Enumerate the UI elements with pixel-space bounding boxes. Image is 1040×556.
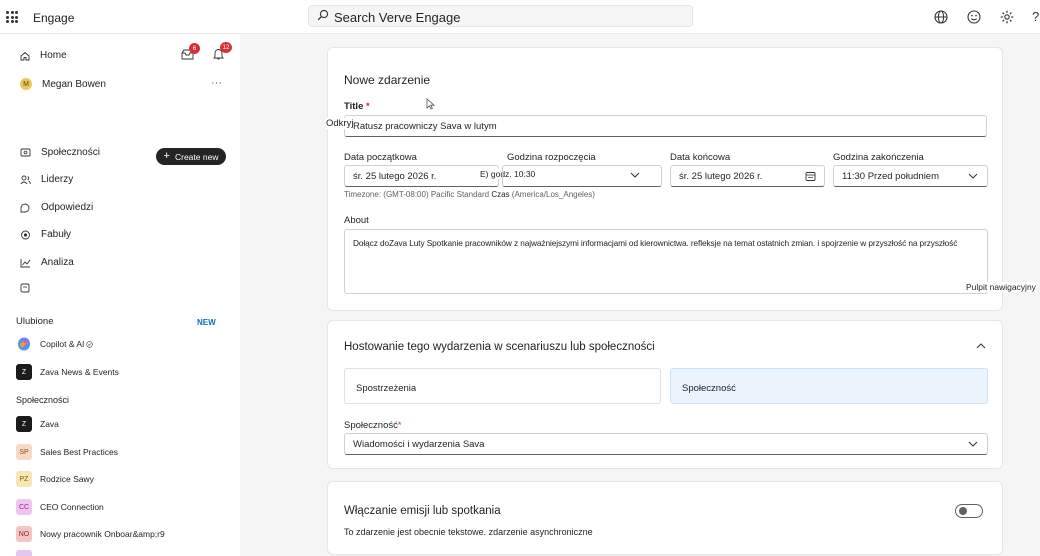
- sidebar-item-home[interactable]: Home: [20, 50, 67, 61]
- sidebar-item-communities[interactable]: Społeczności: [20, 147, 100, 158]
- sidebar-item-stories[interactable]: Fabuły: [20, 229, 71, 240]
- title-input[interactable]: Ratusz pracowniczy Sava w lutym: [344, 115, 987, 137]
- hosting-card: Hostowanie tego wydarzenia w scenariuszu…: [327, 320, 1003, 469]
- community-item[interactable]: SP Sales Best Practices: [16, 444, 118, 460]
- community-item[interactable]: Z Zava: [16, 416, 59, 432]
- community-logo-partial: [16, 550, 32, 556]
- notifications-badge: 12: [220, 42, 232, 53]
- favorite-item[interactable]: Z Zava News & Events: [16, 364, 119, 380]
- app-launcher-icon[interactable]: [6, 11, 18, 23]
- sidebar-item-label: Home: [40, 50, 67, 61]
- start-time-dropdown[interactable]: E) godz. 10:30: [480, 165, 662, 187]
- title-label: Title *: [344, 101, 370, 112]
- storyline-icon: [20, 283, 30, 293]
- chevron-down-icon: [968, 173, 978, 179]
- sidebar-item-answers[interactable]: Odpowiedzi: [20, 202, 93, 213]
- end-date-label: Data końcowa: [670, 152, 731, 163]
- timezone-note: Timezone: (GMT-08:00) Pacific Standard C…: [344, 190, 595, 199]
- host-option-community[interactable]: Społeczność: [670, 368, 988, 404]
- community-logo: Z: [16, 416, 32, 432]
- broadcast-description: To zdarzenie jest obecnie tekstowe. zdar…: [344, 527, 593, 537]
- community-item[interactable]: NO Nowy pracownik Onboar&amp;r9: [16, 526, 165, 542]
- community-logo: CC: [16, 499, 32, 515]
- verified-icon: [86, 340, 94, 348]
- people-icon: [20, 175, 31, 184]
- top-bar: Engage Search Verve Engage ?: [0, 0, 1040, 34]
- favorites-heading: Ulubione: [16, 316, 54, 327]
- plus-icon: +: [163, 150, 170, 162]
- calendar-icon[interactable]: [805, 171, 816, 182]
- chevron-up-icon[interactable]: [976, 343, 986, 349]
- broadcast-toggle[interactable]: [955, 504, 983, 518]
- sidebar-item-new-feature[interactable]: [20, 283, 31, 293]
- community-item[interactable]: CC CEO Connection: [16, 499, 104, 515]
- favorite-item[interactable]: Copilot & AI: [16, 336, 94, 352]
- page-title: Nowe zdarzenie: [344, 73, 431, 87]
- new-badge: NEW: [197, 318, 216, 327]
- overlay-label: Odkryj: [326, 118, 354, 129]
- start-time-label: Godzina rozpoczęcia: [507, 152, 596, 163]
- broadcast-card: Włączanie emisji lub spotkania To zdarze…: [327, 481, 1003, 555]
- chevron-down-icon: [968, 441, 978, 447]
- community-logo: Z: [16, 364, 32, 380]
- end-date-picker[interactable]: śr. 25 lutego 2026 r.: [670, 165, 825, 187]
- user-profile[interactable]: M Megan Bowen: [20, 78, 106, 90]
- community-logo: PZ: [16, 471, 32, 487]
- search-placeholder: Search Verve Engage: [334, 10, 461, 25]
- start-date-picker[interactable]: śr. 25 lutego 2026 r.: [344, 165, 499, 187]
- about-label: About: [344, 215, 369, 226]
- app-title: Engage: [33, 11, 75, 25]
- community-logo: SP: [16, 444, 32, 460]
- more-options-button[interactable]: ···: [211, 77, 222, 89]
- community-logo: NO: [16, 526, 32, 542]
- home-icon: [20, 51, 30, 60]
- end-time-label: Godzina zakończenia: [833, 152, 924, 163]
- communities-heading: Społeczności: [16, 395, 70, 405]
- sidebar: Home 6 12 M Megan Bowen ··· + Create new…: [0, 34, 240, 556]
- avatar: M: [20, 78, 32, 90]
- main-content: Nowe zdarzenie Title * Ratusz pracownicz…: [240, 34, 1040, 556]
- hosting-heading: Hostowanie tego wydarzenia w scenariuszu…: [344, 341, 655, 353]
- copilot-icon: [18, 337, 30, 351]
- search-box[interactable]: Search Verve Engage: [308, 5, 693, 27]
- host-option-insights[interactable]: Spostrzeżenia: [344, 368, 661, 404]
- inbox-badge: 6: [189, 43, 200, 54]
- sidebar-item-analytics[interactable]: Analiza: [20, 257, 74, 268]
- overlay-label: Pulpit nawigacyjny: [966, 282, 1036, 292]
- community-dropdown[interactable]: Wiadomości i wydarzenia Sava: [344, 433, 988, 455]
- help-icon[interactable]: ?: [1032, 9, 1039, 24]
- sidebar-item-leaders[interactable]: Liderzy: [20, 174, 73, 185]
- broadcast-heading: Włączanie emisji lub spotkania: [344, 505, 501, 517]
- communities-icon: [20, 148, 31, 156]
- start-date-label: Data początkowa: [344, 152, 417, 163]
- chevron-down-icon: [630, 172, 640, 178]
- community-label: Społeczność*: [344, 420, 402, 431]
- about-textarea[interactable]: Dołącz doZava Luty Spotkanie pracowników…: [344, 229, 988, 294]
- user-name: Megan Bowen: [42, 78, 106, 90]
- gear-icon[interactable]: [999, 9, 1015, 25]
- community-item[interactable]: PZ Rodzice Sawy: [16, 471, 94, 487]
- search-icon: [317, 9, 329, 21]
- globe-icon[interactable]: [933, 9, 949, 25]
- mouse-cursor-icon: [426, 98, 435, 110]
- stories-icon: [21, 230, 30, 239]
- create-new-button[interactable]: + Create new: [156, 148, 226, 165]
- event-details-card: Nowe zdarzenie Title * Ratusz pracownicz…: [326, 47, 1003, 311]
- end-time-dropdown[interactable]: 11:30 Przed południem: [833, 165, 988, 187]
- chat-question-icon: [20, 203, 30, 212]
- chart-icon: [20, 258, 31, 267]
- smiley-icon[interactable]: [966, 9, 982, 25]
